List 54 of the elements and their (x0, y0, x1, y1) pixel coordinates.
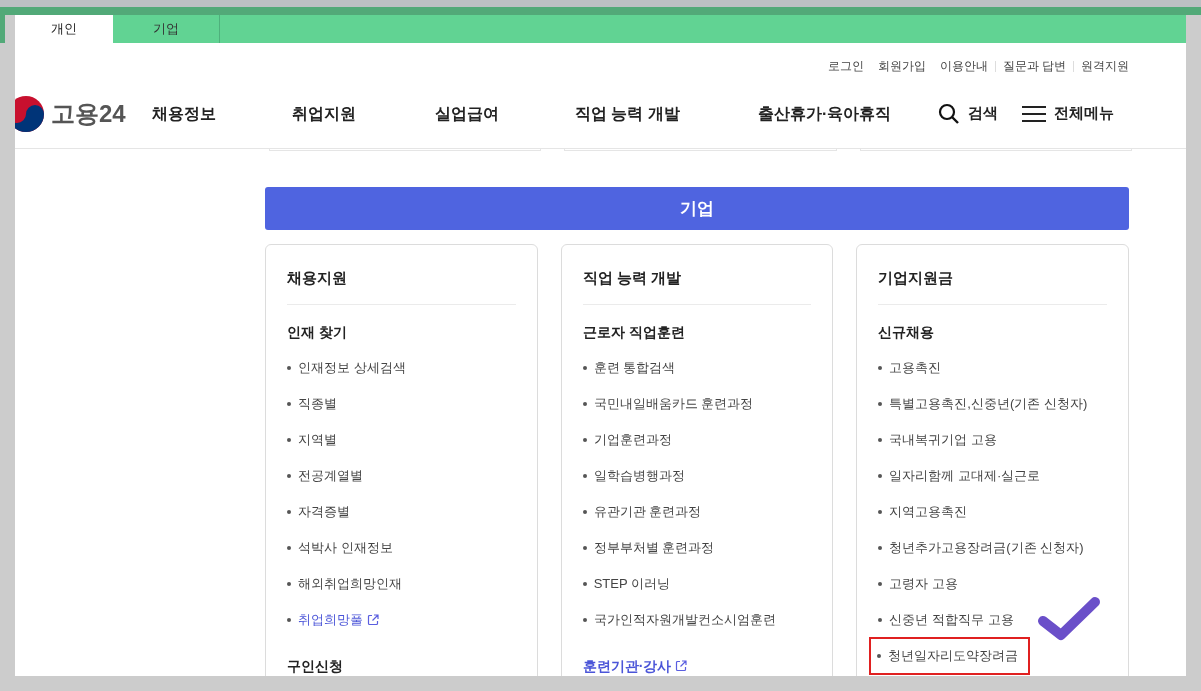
logo-emblem-icon (15, 94, 45, 133)
menu-item[interactable]: 지역고용촉진 (878, 501, 968, 522)
menu-item[interactable]: 국내복귀기업 고용 (878, 429, 997, 450)
menu-item[interactable]: 유관기관 훈련과정 (582, 501, 702, 522)
card-title: 직업 능력 개발 (582, 267, 812, 305)
menu-item[interactable]: 자격증별 (287, 501, 350, 522)
section-heading: 구인신청 (287, 656, 344, 675)
menu-item[interactable]: 해외취업희망인재 (287, 573, 402, 594)
card-title: 채용지원 (287, 267, 516, 305)
menu-link[interactable]: 취업희망풀 (287, 609, 379, 630)
menu-item[interactable]: 신중년 적합직무 고용 (878, 609, 1014, 630)
menu-item[interactable]: 고용촉진 (878, 357, 942, 378)
utility-link[interactable]: 로그인 (827, 57, 864, 75)
menu-item[interactable]: 국가인적자원개발컨소시엄훈련 (582, 609, 776, 630)
external-link-icon (367, 613, 379, 626)
section-heading: 신규채용 (878, 322, 936, 341)
menu-item[interactable]: 청년추가고용장려금(기존 신청자) (878, 537, 1084, 558)
menu-item[interactable]: 석박사 인재정보 (287, 537, 393, 558)
menu-item[interactable]: 지역별 (287, 429, 337, 450)
menu-item[interactable]: 전공계열별 (287, 465, 363, 486)
menu-item[interactable]: 일자리함께 교대제·실근로 (878, 465, 1041, 486)
menu-item[interactable]: 정부부처별 훈련과정 (582, 537, 715, 558)
menu-item[interactable]: 인재정보 상세검색 (287, 357, 406, 378)
menu-item[interactable]: STEP 이러닝 (582, 573, 670, 594)
nav-link[interactable]: 실업급여 (435, 101, 575, 126)
section-banner: 기업 (265, 187, 1129, 230)
section-link[interactable]: 훈련기관·강사 (582, 657, 688, 674)
section-heading: 인재 찾기 (287, 322, 348, 341)
menu-item[interactable]: 특별고용촉진,신중년(기존 신청자) (878, 393, 1088, 414)
menu-item[interactable]: 고령자 고용 (878, 573, 958, 594)
utility-link[interactable]: 회원가입 (877, 57, 926, 75)
utility-link[interactable]: 원격지원 (1081, 57, 1129, 75)
card-title: 기업지원금 (878, 267, 1107, 305)
menu-item[interactable]: 청년일자리도약장려금 (871, 638, 1029, 673)
utility-link[interactable]: 질문과 답변 (1002, 57, 1066, 75)
nav-link[interactable]: 직업 능력 개발 (575, 101, 758, 126)
section-heading: 근로자 직업훈련 (582, 322, 686, 341)
nav-link[interactable]: 채용정보 (152, 101, 292, 126)
nav-link[interactable]: 출산휴가·육아휴직 (758, 101, 888, 126)
utility-link[interactable]: 이용안내 (939, 57, 988, 75)
check-mark-icon (1037, 595, 1102, 642)
nav-link[interactable]: 취업지원 (292, 101, 435, 126)
menu-item[interactable]: 기업훈련과정 (582, 429, 672, 450)
menu-item[interactable]: 일학습병행과정 (582, 465, 685, 486)
search-button[interactable]: 검색 (938, 102, 998, 125)
menu-item[interactable]: 훈련 통합검색 (582, 357, 676, 378)
full-menu-button[interactable]: 전체메뉴 (1022, 102, 1114, 125)
search-icon (938, 102, 960, 125)
external-link-icon (675, 659, 688, 672)
tab[interactable]: 개인 (15, 15, 113, 43)
menu-item[interactable]: 국민내일배움카드 훈련과정 (582, 393, 754, 414)
menu-item[interactable]: 직종별 (287, 393, 337, 414)
menu-icon (1022, 104, 1046, 123)
logo-text: 고용24 (51, 98, 126, 129)
